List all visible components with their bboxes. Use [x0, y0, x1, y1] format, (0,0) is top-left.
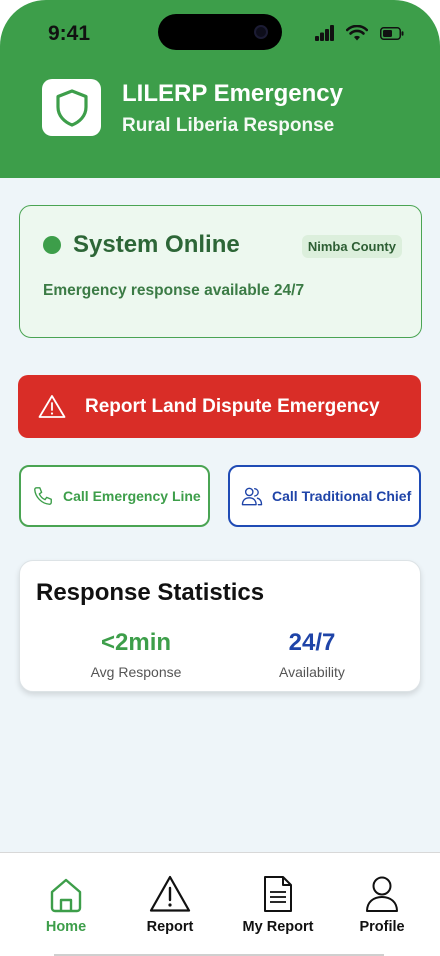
stat-label: Availability: [279, 664, 345, 680]
app-logo: [42, 79, 101, 136]
stat-availability: 24/7 Availability: [232, 629, 392, 680]
nav-label-home: Home: [45, 919, 87, 935]
response-statistics-title: Response Statistics: [36, 579, 265, 606]
nav-item-profile[interactable]: Profile: [332, 873, 432, 935]
status-time: 9:41: [48, 22, 91, 45]
system-status-description: Emergency response available 24/7: [43, 282, 305, 299]
home-icon: [50, 878, 82, 913]
warning-triangle-icon: [38, 395, 66, 418]
status-bar: 9:41: [0, 0, 440, 70]
app-header: 9:41 LILERP Emergency Rural Liberia Resp…: [0, 0, 440, 178]
app-subtitle: Rural Liberia Response: [122, 115, 335, 136]
wifi-icon: [346, 25, 368, 41]
stat-value: <2min: [100, 629, 172, 656]
stat-value: 24/7: [288, 629, 336, 656]
battery-icon: [380, 26, 404, 40]
nav-label-report: Report: [146, 919, 194, 935]
camera-icon: [254, 25, 268, 39]
stat-avg-response: <2min Avg Response: [56, 629, 216, 680]
call-traditional-chief-button[interactable]: Call Traditional Chief: [228, 465, 421, 527]
online-indicator-dot: [43, 236, 61, 254]
app-screen: 9:41 LILERP Emergency Rural Liberia Resp…: [0, 0, 440, 956]
call-emergency-line-button[interactable]: Call Emergency Line: [19, 465, 210, 527]
status-icons: [315, 25, 404, 41]
response-statistics-card: Response Statistics <2min Avg Response 2…: [19, 560, 421, 692]
system-status-title: System Online: [73, 231, 240, 258]
nav-item-home[interactable]: Home: [16, 873, 116, 935]
warning-triangle-icon: [149, 875, 191, 912]
nav-label-profile: Profile: [359, 919, 405, 935]
report-land-dispute-label: Report Land Dispute Emergency: [85, 396, 380, 417]
call-traditional-chief-label: Call Traditional Chief: [272, 488, 412, 504]
document-icon: [264, 876, 292, 912]
phone-icon: [32, 485, 54, 507]
bottom-navigation: Home Report My Report Profile: [0, 852, 440, 956]
report-land-dispute-button[interactable]: Report Land Dispute Emergency: [18, 375, 421, 438]
signal-icon: [315, 25, 334, 41]
shield-icon: [55, 88, 88, 127]
nav-item-report[interactable]: Report: [120, 873, 220, 935]
user-icon: [366, 876, 398, 912]
system-status-card: System Online Nimba County Emergency res…: [19, 205, 422, 338]
call-emergency-line-label: Call Emergency Line: [63, 488, 201, 504]
dynamic-island: [158, 14, 282, 50]
nav-label-my-report: My Report: [242, 919, 314, 935]
users-icon: [241, 486, 263, 506]
county-badge: Nimba County: [301, 235, 402, 258]
nav-item-my-report[interactable]: My Report: [228, 873, 328, 935]
stat-label: Avg Response: [90, 664, 182, 680]
app-title: LILERP Emergency: [122, 80, 343, 107]
